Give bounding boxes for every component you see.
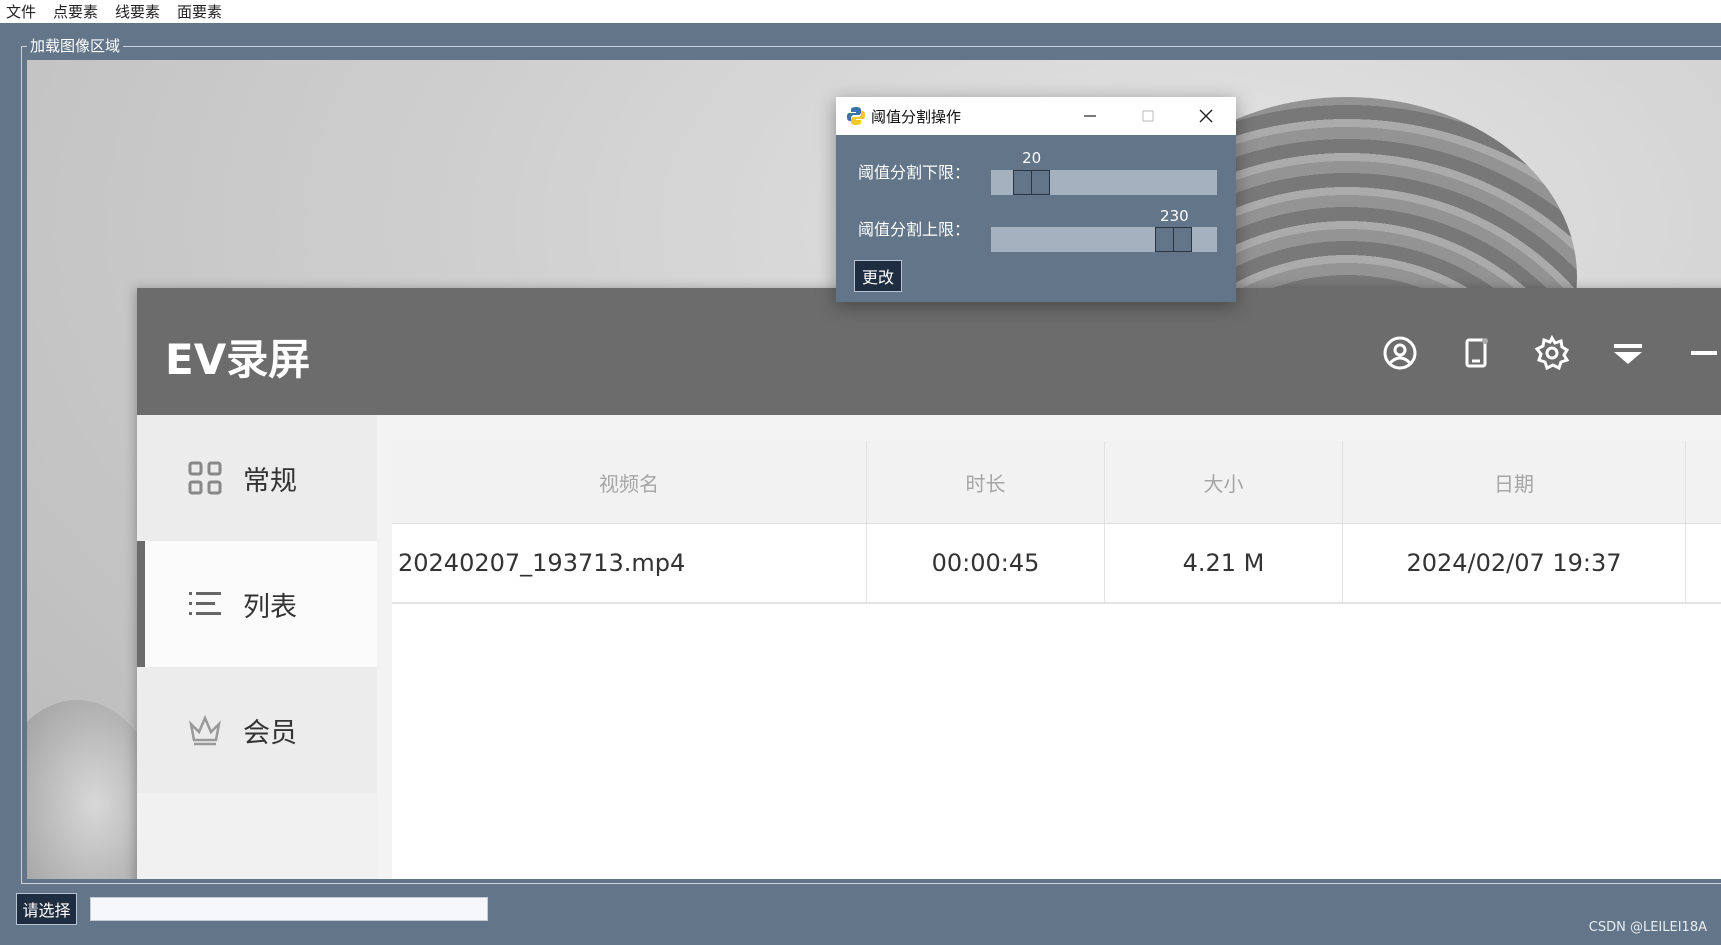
user-circle-icon (1380, 333, 1420, 373)
menubar: 文件 点要素 线要素 面要素 (0, 0, 1721, 23)
column-header-name[interactable]: 视频名 (392, 441, 867, 523)
python-icon (847, 107, 865, 125)
cell-duration: 00:00:45 (867, 524, 1105, 602)
dialog-minimize-button[interactable] (1061, 97, 1119, 135)
sidebar-item-list[interactable]: 列表 (137, 541, 377, 667)
column-header-duration[interactable]: 时长 (867, 441, 1105, 523)
dialog-titlebar: 阈值分割操作 (836, 97, 1236, 135)
group-title: 加载图像区域 (27, 36, 124, 56)
upper-threshold-slider[interactable] (991, 227, 1217, 252)
filter-icon (1608, 333, 1648, 373)
column-header-size[interactable]: 大小 (1105, 441, 1343, 523)
grid-icon (187, 460, 223, 496)
ev-sidebar: 常规 列表 会员 (137, 415, 377, 879)
threshold-dialog: 阈值分割操作 阈值分割下限： 20 阈值分割上限： 230 更改 (836, 97, 1236, 302)
apply-button[interactable]: 更改 (854, 260, 902, 292)
ev-recorder-window: EV录屏 常规 列表 会员 视频名 时长 大小 日期 20240207_1937… (137, 288, 1721, 879)
column-header-more[interactable]: 更 (1686, 441, 1721, 523)
menu-polygon-features[interactable]: 面要素 (177, 1, 222, 22)
list-icon (187, 586, 223, 622)
lower-threshold-value: 20 (1022, 149, 1042, 167)
sidebar-item-general[interactable]: 常规 (137, 415, 377, 541)
cell-size: 4.21 M (1105, 524, 1343, 602)
cell-video-name: 20240207_193713.mp4 (392, 524, 867, 602)
sidebar-item-membership[interactable]: 会员 (137, 667, 377, 793)
file-path-field[interactable] (90, 897, 488, 921)
menu-point-features[interactable]: 点要素 (53, 1, 98, 22)
table-row[interactable]: 20240207_193713.mp4 00:00:45 4.21 M 2024… (392, 524, 1721, 604)
sidebar-item-label: 列表 (243, 591, 297, 623)
close-icon (1199, 109, 1213, 123)
minimize-icon (1684, 333, 1721, 373)
video-table: 视频名 时长 大小 日期 更 20240207_193713.mp4 00:00… (392, 441, 1721, 879)
gear-icon (1532, 333, 1572, 373)
dialog-title: 阈值分割操作 (871, 107, 962, 126)
minimize-icon (1084, 115, 1096, 117)
phone-icon (1456, 333, 1496, 373)
crown-icon (187, 712, 223, 748)
dialog-close-button[interactable] (1177, 97, 1235, 135)
upper-threshold-value: 230 (1160, 207, 1189, 225)
more-options-icon[interactable] (1686, 524, 1721, 602)
dialog-maximize-button[interactable] (1119, 97, 1177, 135)
ev-app-title: EV录屏 (165, 335, 311, 384)
column-header-date[interactable]: 日期 (1343, 441, 1686, 523)
sidebar-item-label: 会员 (243, 717, 297, 749)
table-header: 视频名 时长 大小 日期 更 (392, 441, 1721, 524)
slider-handle[interactable] (1155, 227, 1193, 252)
maximize-icon (1142, 110, 1154, 122)
sidebar-item-label: 常规 (243, 465, 297, 497)
menu-line-features[interactable]: 线要素 (115, 1, 160, 22)
lower-threshold-label: 阈值分割下限： (858, 163, 971, 182)
select-file-button[interactable]: 请选择 (16, 893, 77, 925)
cell-date: 2024/02/07 19:37 (1343, 524, 1686, 602)
ev-header: EV录屏 (137, 288, 1721, 415)
lower-threshold-slider[interactable] (991, 170, 1217, 195)
upper-threshold-label: 阈值分割上限： (858, 220, 971, 239)
slider-handle[interactable] (1012, 170, 1050, 195)
csdn-watermark: CSDN @LEILEI18A (1588, 920, 1707, 935)
menu-file[interactable]: 文件 (6, 1, 36, 22)
